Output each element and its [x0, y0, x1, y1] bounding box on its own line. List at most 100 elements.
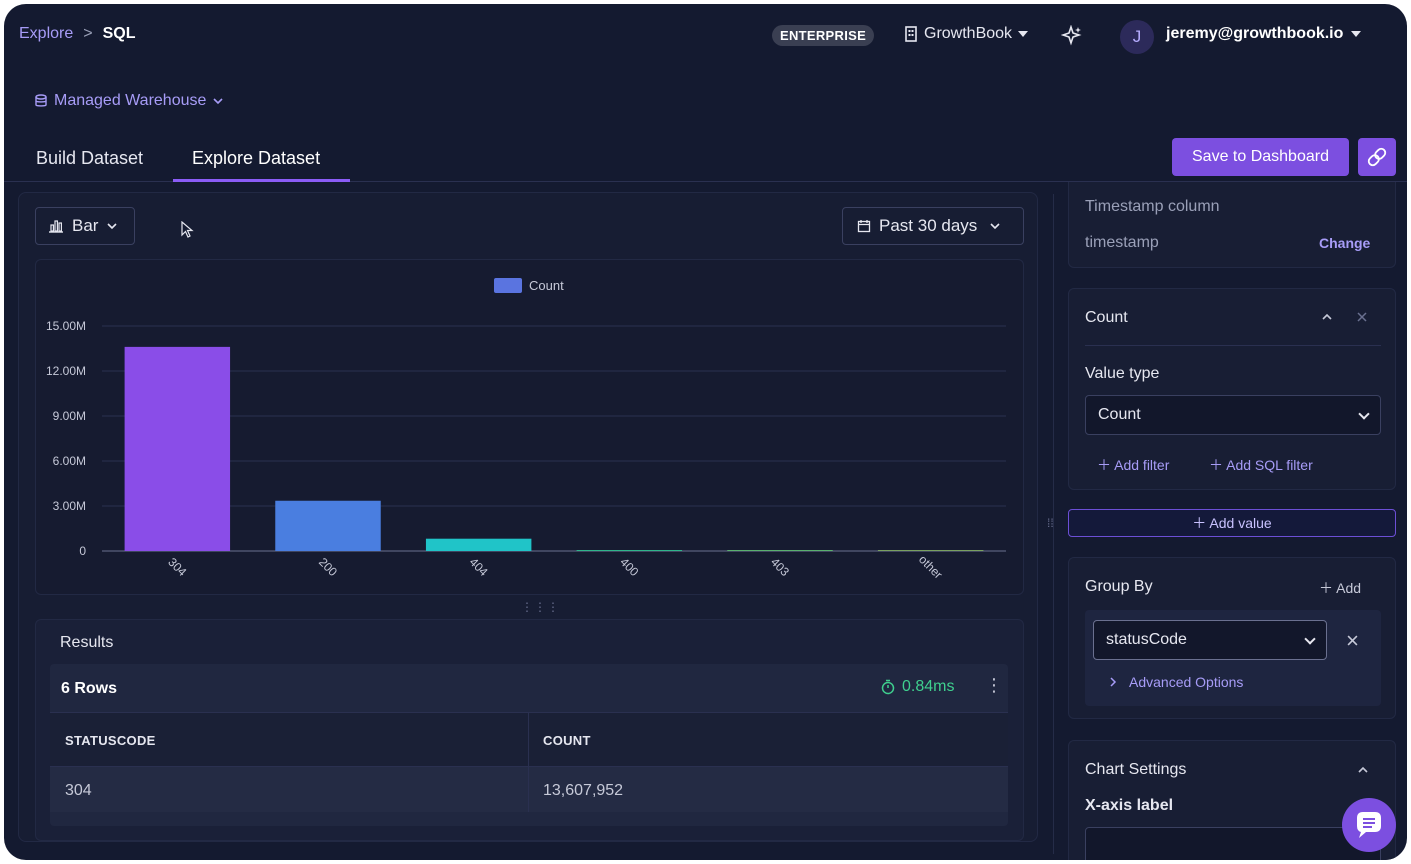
group-by-card: Group By ＋ Add statusCode Advanced Optio… — [1068, 557, 1396, 719]
x-tick-label: other — [916, 552, 945, 581]
timestamp-label: Timestamp column — [1085, 198, 1220, 215]
avatar[interactable]: J — [1120, 20, 1154, 54]
bar-chart-icon — [49, 220, 63, 233]
x-tick-label: 400 — [617, 555, 641, 579]
value-card-title: Count — [1085, 309, 1128, 326]
app-window: Explore > SQL ENTERPRISE GrowthBook J je… — [4, 4, 1407, 860]
chart-container: Count 15.00M 12.00M 9.00M 6.00M 3.00M 0 304 200 4… — [35, 259, 1024, 595]
drag-handle[interactable]: ⁞⁞ — [1047, 516, 1054, 530]
plus-icon: ＋ — [1097, 457, 1115, 473]
y-tick-label: 9.00M — [53, 409, 86, 423]
legend-label: Count — [529, 278, 564, 293]
value-type-selected: Count — [1098, 406, 1141, 423]
sparkle-icon[interactable] — [1061, 25, 1083, 47]
chart-type-selector[interactable]: Bar — [35, 207, 135, 245]
add-filter-link[interactable]: ＋ Add filter — [1097, 455, 1169, 475]
row-count: 6 Rows — [61, 680, 118, 697]
bar-other — [877, 550, 984, 551]
group-by-field-box: statusCode Advanced Options — [1085, 610, 1381, 706]
stopwatch-icon — [881, 679, 895, 695]
add-group-by-link[interactable]: ＋ Add — [1319, 578, 1361, 598]
plus-icon: ＋ — [1192, 515, 1210, 531]
change-timestamp-link[interactable]: Change — [1319, 235, 1370, 251]
breadcrumb-separator: > — [83, 25, 93, 42]
share-link-button[interactable] — [1358, 138, 1396, 176]
mouse-cursor-icon — [181, 221, 194, 238]
active-tab-indicator — [173, 179, 350, 182]
building-icon — [905, 26, 917, 42]
timestamp-card: Timestamp column timestamp Change — [1068, 182, 1396, 268]
query-timing: 0.84ms — [880, 678, 954, 696]
calendar-icon — [857, 220, 871, 233]
save-to-dashboard-button[interactable]: Save to Dashboard — [1172, 138, 1349, 176]
plan-badge: ENTERPRISE — [772, 25, 875, 46]
resize-handle[interactable]: ⋮⋮⋮ — [521, 600, 560, 614]
remove-icon[interactable] — [1347, 635, 1358, 646]
breadcrumb-current: SQL — [102, 25, 136, 42]
column-divider — [528, 712, 529, 812]
chevron-down-icon — [1358, 408, 1370, 420]
chevron-down-icon — [990, 223, 1000, 230]
user-email: jeremy@growthbook.io — [1166, 25, 1344, 42]
advanced-options-link[interactable]: Advanced Options — [1129, 674, 1243, 690]
x-tick-label: 304 — [165, 555, 189, 579]
warehouse-label: Managed Warehouse — [54, 92, 207, 109]
breadcrumb-explore-link[interactable]: Explore — [19, 25, 73, 43]
y-tick-label: 6.00M — [53, 454, 86, 468]
y-tick-label: 3.00M — [53, 499, 86, 513]
column-header-count[interactable]: COUNT — [543, 733, 591, 748]
tab-explore-dataset[interactable]: Explore Dataset — [192, 148, 320, 169]
top-bar: Explore > SQL ENTERPRISE GrowthBook J je… — [4, 4, 1407, 66]
x-axis-label-heading: X-axis label — [1085, 797, 1174, 814]
x-tick-label: 404 — [467, 555, 491, 579]
chat-support-button[interactable] — [1342, 798, 1396, 852]
value-type-label: Value type — [1085, 365, 1160, 382]
add-filter-label: Add filter — [1114, 457, 1170, 473]
results-section: Results 6 Rows 0.84ms ⋮ STATUSCODE COUNT… — [35, 619, 1024, 841]
x-axis-label-input[interactable] — [1085, 827, 1381, 860]
cell-statuscode: 304 — [65, 782, 92, 799]
collapse-icon[interactable] — [1357, 766, 1369, 774]
y-tick-label: 12.00M — [46, 364, 86, 378]
plus-icon: ＋ — [1319, 580, 1337, 596]
link-icon — [1367, 147, 1387, 167]
group-by-title: Group By — [1085, 578, 1153, 595]
bar-404 — [425, 538, 532, 551]
timestamp-value: timestamp — [1085, 234, 1159, 251]
caret-down-icon — [1018, 31, 1029, 37]
chevron-down-icon — [107, 223, 118, 230]
chart-type-label: Bar — [72, 216, 99, 235]
value-card: Count Value type Count ＋ Add filter ＋ Ad… — [1068, 288, 1396, 490]
group-by-select[interactable]: statusCode — [1093, 620, 1327, 660]
table-row: 304 13,607,952 — [50, 766, 1008, 812]
visualization-panel: Bar Past 30 days Count 15.00M 12.00M 9.00M 6… — [18, 192, 1038, 842]
add-group-by-label: Add — [1336, 580, 1362, 596]
database-icon — [35, 94, 47, 107]
bar-400 — [576, 550, 683, 551]
warehouse-selector[interactable]: Managed Warehouse — [34, 92, 224, 110]
date-range-selector[interactable]: Past 30 days — [842, 207, 1024, 245]
card-divider — [1085, 345, 1381, 346]
caret-down-icon — [1351, 31, 1362, 37]
value-type-select[interactable]: Count — [1085, 395, 1381, 435]
collapse-icon[interactable] — [1321, 313, 1333, 321]
close-icon[interactable] — [1357, 312, 1367, 322]
add-value-button[interactable]: ＋ Add value — [1068, 509, 1396, 537]
tab-build-dataset[interactable]: Build Dataset — [36, 148, 143, 169]
y-tick-label: 15.00M — [46, 319, 86, 333]
table-header: STATUSCODE COUNT — [50, 712, 1008, 766]
column-header-statuscode[interactable]: STATUSCODE — [65, 733, 156, 748]
user-menu[interactable]: jeremy@growthbook.io — [1166, 25, 1362, 43]
plus-icon: ＋ — [1209, 457, 1227, 473]
add-value-label: Add value — [1209, 515, 1272, 531]
chart-settings-title: Chart Settings — [1085, 761, 1187, 778]
org-switcher[interactable]: GrowthBook — [904, 25, 1029, 43]
bar-304 — [124, 346, 231, 551]
add-sql-filter-label: Add SQL filter — [1226, 457, 1313, 473]
add-sql-filter-link[interactable]: ＋ Add SQL filter — [1209, 455, 1313, 475]
timing-value: 0.84ms — [902, 678, 955, 695]
more-options-icon[interactable]: ⋮ — [985, 676, 1003, 694]
chevron-down-icon — [213, 98, 223, 105]
results-title: Results — [60, 634, 114, 651]
results-table-card: 6 Rows 0.84ms ⋮ STATUSCODE COUNT 304 13,… — [50, 664, 1008, 826]
